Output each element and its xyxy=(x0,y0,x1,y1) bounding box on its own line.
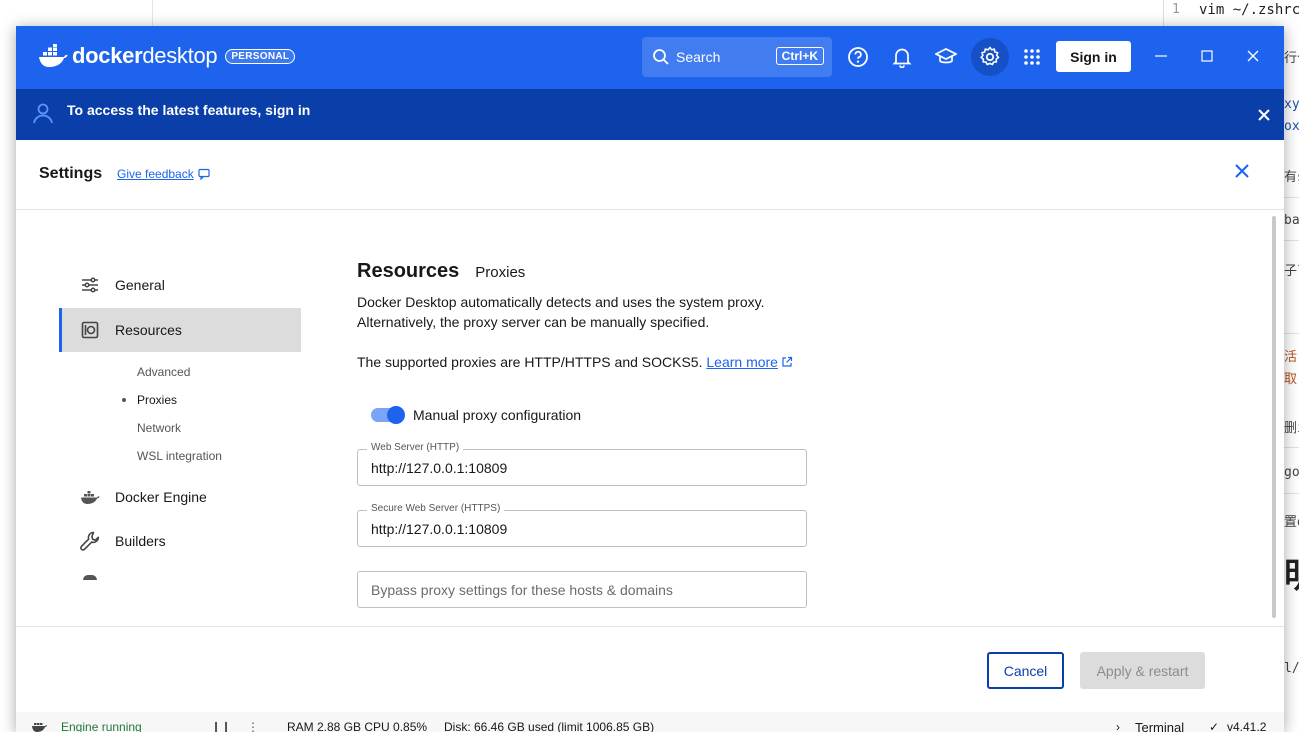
edge-text: 有s xyxy=(1284,170,1299,185)
settings-gear-icon[interactable] xyxy=(971,38,1009,76)
resource-stats: RAM 2.88 GB CPU 0.85% xyxy=(287,720,428,732)
sidebar-item-resources[interactable]: Resources xyxy=(59,308,301,352)
version-label: v4.41.2 xyxy=(1227,720,1267,732)
sign-in-banner: To access the latest features, sign in xyxy=(16,89,1284,140)
banner-text: To access the latest features, sign in xyxy=(67,102,311,118)
sidebar-item-label: Resources xyxy=(115,322,182,338)
banner-close-icon[interactable] xyxy=(1258,105,1270,126)
maximize-icon[interactable] xyxy=(1195,44,1219,68)
status-bar: Engine running ❙❙ ⋮ RAM 2.88 GB CPU 0.85… xyxy=(16,712,1284,732)
give-feedback-link[interactable]: Give feedback xyxy=(117,167,210,181)
edge-text: goo xyxy=(1284,465,1299,480)
https-field-value: http://127.0.0.1:10809 xyxy=(371,521,508,537)
whale-icon xyxy=(79,486,101,508)
title-bar: dockerdesktop PERSONAL Search Ctrl+K Sig… xyxy=(16,26,1284,89)
edge-text: 删i xyxy=(1284,421,1299,436)
settings-footer: Cancel Apply & restart xyxy=(16,626,1284,712)
section-heading: Resources Proxies xyxy=(357,260,525,283)
logo-text: desktop xyxy=(142,43,218,68)
sidebar-item-label: Docker Engine xyxy=(115,489,207,505)
edge-text: xy= xyxy=(1284,97,1299,112)
https-field-label: Secure Web Server (HTTPS) xyxy=(367,503,505,514)
scrollbar[interactable] xyxy=(1272,216,1276,618)
http-field-value: http://127.0.0.1:10809 xyxy=(371,460,508,476)
cut-off-icon xyxy=(83,575,97,580)
https-proxy-field[interactable]: Secure Web Server (HTTPS) http://127.0.0… xyxy=(357,503,807,547)
search-shortcut: Ctrl+K xyxy=(775,47,824,65)
sign-in-button[interactable]: Sign in xyxy=(1056,41,1131,72)
engine-status: Engine running xyxy=(61,720,142,732)
sidebar-item-general[interactable]: General xyxy=(59,263,301,307)
edge-text: ox xyxy=(1284,119,1299,134)
edge-text: 行个 xyxy=(1284,51,1299,66)
learning-center-icon[interactable] xyxy=(932,43,960,71)
feedback-icon xyxy=(198,168,210,180)
edge-text: 活 xyxy=(1284,350,1298,365)
sidebar-subitem-proxies[interactable]: Proxies xyxy=(137,393,177,407)
settings-header: Settings Give feedback xyxy=(16,140,1284,210)
edge-text: ba xyxy=(1284,213,1299,228)
sidebar-subitem-network[interactable]: Network xyxy=(137,421,181,435)
http-field-label: Web Server (HTTP) xyxy=(367,442,464,453)
search-icon xyxy=(653,49,669,65)
bypass-placeholder: Bypass proxy settings for these hosts & … xyxy=(371,582,673,598)
section-subtitle: Proxies xyxy=(475,264,526,281)
learn-more-label: Learn more xyxy=(706,354,778,370)
edge-text: l/c xyxy=(1284,661,1299,676)
user-icon xyxy=(33,103,53,124)
sidebar-item-builders[interactable]: Builders xyxy=(59,519,301,563)
wrench-icon xyxy=(79,530,101,552)
chevron-right-icon: › xyxy=(1116,720,1120,732)
external-link-icon xyxy=(782,356,793,367)
docker-whale-icon xyxy=(39,44,68,67)
docker-desktop-window: dockerdesktop PERSONAL Search Ctrl+K Sig… xyxy=(16,26,1284,732)
cancel-button[interactable]: Cancel xyxy=(987,652,1064,689)
settings-close-icon[interactable] xyxy=(1234,159,1250,185)
more-menu-icon[interactable]: ⋮ xyxy=(247,720,259,732)
toggle-label: Manual proxy configuration xyxy=(413,407,582,423)
disk-usage: Disk: 66.46 GB used (limit 1006.85 GB) xyxy=(444,720,655,732)
logo-text-bold: docker xyxy=(72,43,143,68)
bypass-hosts-field[interactable]: Bypass proxy settings for these hosts & … xyxy=(357,571,807,608)
docker-whale-icon xyxy=(32,723,47,732)
plan-badge: PERSONAL xyxy=(225,48,296,64)
edge-text: 置d xyxy=(1284,515,1299,530)
terminal-button[interactable]: Terminal xyxy=(1135,720,1184,732)
resources-icon xyxy=(79,319,101,341)
docker-logo: dockerdesktop PERSONAL xyxy=(38,43,296,69)
sidebar-item-label: Builders xyxy=(115,533,166,549)
code-line: vim ~/.zshrc xyxy=(1199,2,1299,18)
pause-icon[interactable]: ❙❙ xyxy=(211,720,231,732)
http-proxy-field[interactable]: Web Server (HTTP) http://127.0.0.1:10809 xyxy=(357,442,807,486)
sidebar-subitem-advanced[interactable]: Advanced xyxy=(137,365,190,379)
edge-text: 子了 xyxy=(1284,264,1299,279)
sliders-icon xyxy=(79,274,101,296)
search-bar[interactable]: Search Ctrl+K xyxy=(642,37,832,77)
sidebar-subitem-wsl-integration[interactable]: WSL integration xyxy=(137,449,222,463)
supported-proxies-text: The supported proxies are HTTP/HTTPS and… xyxy=(357,352,793,372)
search-label: Search xyxy=(676,49,721,65)
apps-grid-icon[interactable] xyxy=(1018,43,1046,71)
edge-text: 明 xyxy=(1284,548,1299,597)
description-line: Docker Desktop automatically detects and… xyxy=(357,294,765,310)
minimize-icon[interactable] xyxy=(1149,44,1173,68)
description-line: Alternatively, the proxy server can be m… xyxy=(357,314,710,330)
line-number: 1 xyxy=(1172,2,1180,17)
sidebar-item-docker-engine[interactable]: Docker Engine xyxy=(59,475,301,519)
apply-restart-button[interactable]: Apply & restart xyxy=(1080,652,1205,689)
sidebar-item-label: General xyxy=(115,277,165,293)
active-bullet xyxy=(122,398,126,402)
close-window-icon[interactable] xyxy=(1241,44,1265,68)
help-icon[interactable] xyxy=(844,43,872,71)
learn-more-link[interactable]: Learn more xyxy=(706,354,793,370)
section-title: Resources xyxy=(357,260,460,282)
edge-text: 取 xyxy=(1284,372,1298,387)
manual-proxy-toggle[interactable] xyxy=(371,406,405,424)
feedback-label: Give feedback xyxy=(117,167,194,181)
supported-text: The supported proxies are HTTP/HTTPS and… xyxy=(357,354,703,370)
page-title: Settings xyxy=(39,165,103,182)
check-icon: ✓ xyxy=(1209,720,1220,732)
bell-icon[interactable] xyxy=(888,43,916,71)
